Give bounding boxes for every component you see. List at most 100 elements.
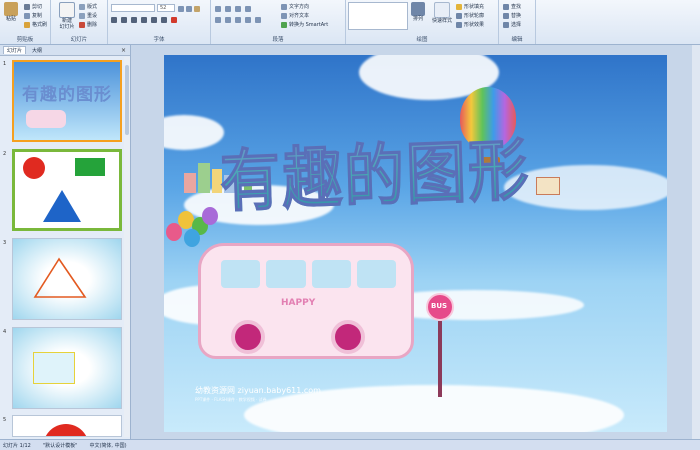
slide-count: 幻灯片 1/12: [3, 442, 31, 449]
shadow-icon: [151, 16, 157, 23]
tab-outline[interactable]: 大纲: [29, 47, 45, 54]
arrange-button[interactable]: 排列: [409, 2, 427, 30]
drawing-group: 排列 快速样式 形状填充 形状轮廓 形状效果 绘图: [346, 0, 499, 44]
replace-button[interactable]: 替换: [503, 11, 521, 20]
slide-thumbnail-2[interactable]: [12, 149, 122, 231]
thumb-number: 3: [3, 240, 7, 246]
panel-tabs: 幻灯片 大纲 ×: [0, 45, 130, 56]
slide-thumbnail-4[interactable]: [12, 327, 122, 409]
bus-wheel-back: [331, 320, 365, 354]
find-icon: [503, 3, 509, 10]
delete-button[interactable]: 删除: [79, 20, 97, 29]
align-buttons[interactable]: [215, 15, 261, 24]
thumb-triangle-outline: [33, 257, 87, 298]
slides-group: 新建 幻灯片 版式 重设 删除 幻灯片: [51, 0, 108, 44]
align-text-icon: [281, 12, 287, 19]
shape-effects-button[interactable]: 形状效果: [456, 20, 484, 29]
paste-button[interactable]: 粘贴: [2, 2, 20, 30]
cut-button[interactable]: 剪切: [24, 2, 42, 11]
paragraph-group-label: 段落: [272, 37, 284, 43]
effects-icon: [456, 21, 462, 28]
bus-stop-sign: BUS: [426, 293, 456, 403]
slide-title[interactable]: 有趣的图形: [219, 116, 532, 225]
list-buttons[interactable]: [215, 4, 251, 13]
thumb-blue-triangle: [43, 190, 81, 222]
slide-editor: HAPPY BUS 有趣的图形 幼教资源网 ziyuan.baby611.com…: [131, 45, 700, 439]
copy-button[interactable]: 复制: [24, 11, 42, 20]
align-right-icon: [235, 16, 241, 23]
align-text-button[interactable]: 对齐文本: [281, 11, 309, 20]
reset-button[interactable]: 重设: [79, 11, 97, 20]
thumb-rectangle-outline: [33, 352, 75, 384]
bold-icon: [111, 16, 117, 23]
columns-icon: [255, 16, 261, 23]
shrink-font-icon: [186, 5, 192, 12]
new-slide-icon: [59, 2, 75, 18]
shape-outline-button[interactable]: 形状轮廓: [456, 11, 484, 20]
thumb-title-art: 有趣的图形: [22, 85, 112, 105]
font-size-combo[interactable]: 52: [157, 4, 175, 12]
replace-icon: [503, 12, 509, 19]
slides-panel: 幻灯片 大纲 × 1 有趣的图形 2 3 4 5: [0, 45, 131, 439]
decrease-indent-icon: [235, 5, 241, 12]
new-slide-button[interactable]: 新建 幻灯片: [57, 2, 77, 30]
bus-label: HAPPY: [281, 298, 316, 308]
quick-styles-icon: [434, 2, 450, 18]
bus-wheel-front: [231, 320, 265, 354]
char-spacing-icon: [161, 16, 167, 23]
reset-icon: [79, 12, 85, 19]
text-direction-button[interactable]: 文字方向: [281, 2, 309, 11]
font-group-label: 字体: [153, 37, 165, 43]
thumb-number: 5: [3, 417, 7, 423]
current-slide[interactable]: HAPPY BUS 有趣的图形 幼教资源网 ziyuan.baby611.com…: [164, 55, 667, 432]
panel-scrollbar[interactable]: [124, 57, 130, 437]
smartart-icon: [281, 21, 287, 28]
theme-name: "默认设计模板": [42, 442, 78, 449]
increase-indent-icon: [245, 5, 251, 12]
brush-icon: [24, 21, 30, 28]
clear-format-icon: [194, 5, 200, 12]
copy-icon: [24, 12, 30, 19]
close-panel-icon[interactable]: ×: [121, 47, 126, 54]
layout-button[interactable]: 版式: [79, 2, 97, 11]
font-name-combo[interactable]: [111, 4, 155, 12]
paragraph-group: 文字方向 对齐文本 转换为 SmartArt 段落: [211, 0, 346, 44]
thumb-red-circle: [23, 157, 45, 179]
editor-scrollbar[interactable]: [692, 45, 700, 439]
italic-icon: [121, 16, 127, 23]
slide-thumbnail-5[interactable]: [12, 415, 122, 437]
outline-icon: [456, 12, 462, 19]
editing-group: 查找 替换 选择 编辑: [499, 0, 536, 44]
slide-thumbnail-1[interactable]: 有趣的图形: [12, 60, 122, 142]
find-button[interactable]: 查找: [503, 2, 521, 11]
cloud: [164, 115, 224, 150]
underline-icon: [131, 16, 137, 23]
smartart-button[interactable]: 转换为 SmartArt: [281, 20, 328, 29]
quick-styles-button[interactable]: 快速样式: [430, 2, 454, 30]
scissors-icon: [24, 3, 30, 10]
language-indicator: 中文(简体, 中国): [89, 442, 127, 449]
select-icon: [503, 21, 509, 28]
shape-fill-button[interactable]: 形状填充: [456, 2, 484, 11]
house: [536, 177, 560, 195]
tab-slides[interactable]: 幻灯片: [3, 46, 27, 54]
strikethrough-icon: [141, 16, 147, 23]
slide-thumbnail-3[interactable]: [12, 238, 122, 320]
numbering-icon: [225, 5, 231, 12]
bullets-icon: [215, 5, 221, 12]
drawing-group-label: 绘图: [416, 37, 428, 43]
arrange-icon: [411, 2, 425, 16]
shapes-gallery[interactable]: [348, 2, 408, 30]
bus-stop-label: BUS: [431, 302, 448, 310]
grow-font-icon: [178, 5, 184, 12]
thumb-number: 2: [3, 151, 7, 157]
fill-icon: [456, 3, 462, 10]
watermark-subtext: PPT课件 · FLASH课件 · 教学视频 · 试卷: [195, 397, 267, 402]
format-painter-button[interactable]: 格式刷: [24, 20, 47, 29]
justify-icon: [245, 16, 251, 23]
thumb-number: 4: [3, 329, 7, 335]
panel-scroll-thumb[interactable]: [125, 65, 129, 135]
font-size-buttons[interactable]: [178, 4, 200, 13]
select-button[interactable]: 选择: [503, 20, 521, 29]
font-style-buttons[interactable]: [111, 15, 177, 24]
